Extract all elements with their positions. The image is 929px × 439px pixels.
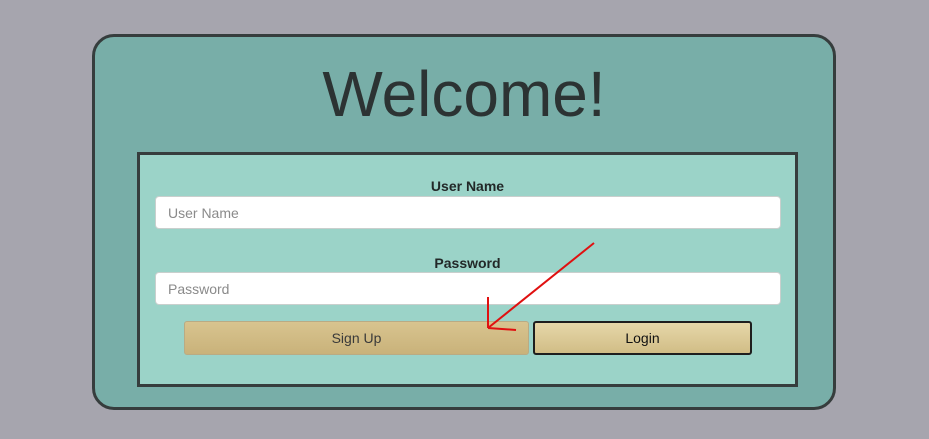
username-label: User Name [430,178,505,194]
page-title: Welcome! [322,58,606,130]
login-form: User Name Password Sign Up Login [137,152,798,387]
welcome-card: Welcome! User Name Password Sign Up Logi… [92,34,836,410]
password-input[interactable] [155,272,781,305]
login-button-label: Login [625,330,660,346]
password-label: Password [434,255,501,271]
signup-button-label: Sign Up [331,330,382,346]
username-input[interactable] [155,196,781,229]
login-button[interactable]: Login [533,321,752,355]
signup-button[interactable]: Sign Up [184,321,529,355]
